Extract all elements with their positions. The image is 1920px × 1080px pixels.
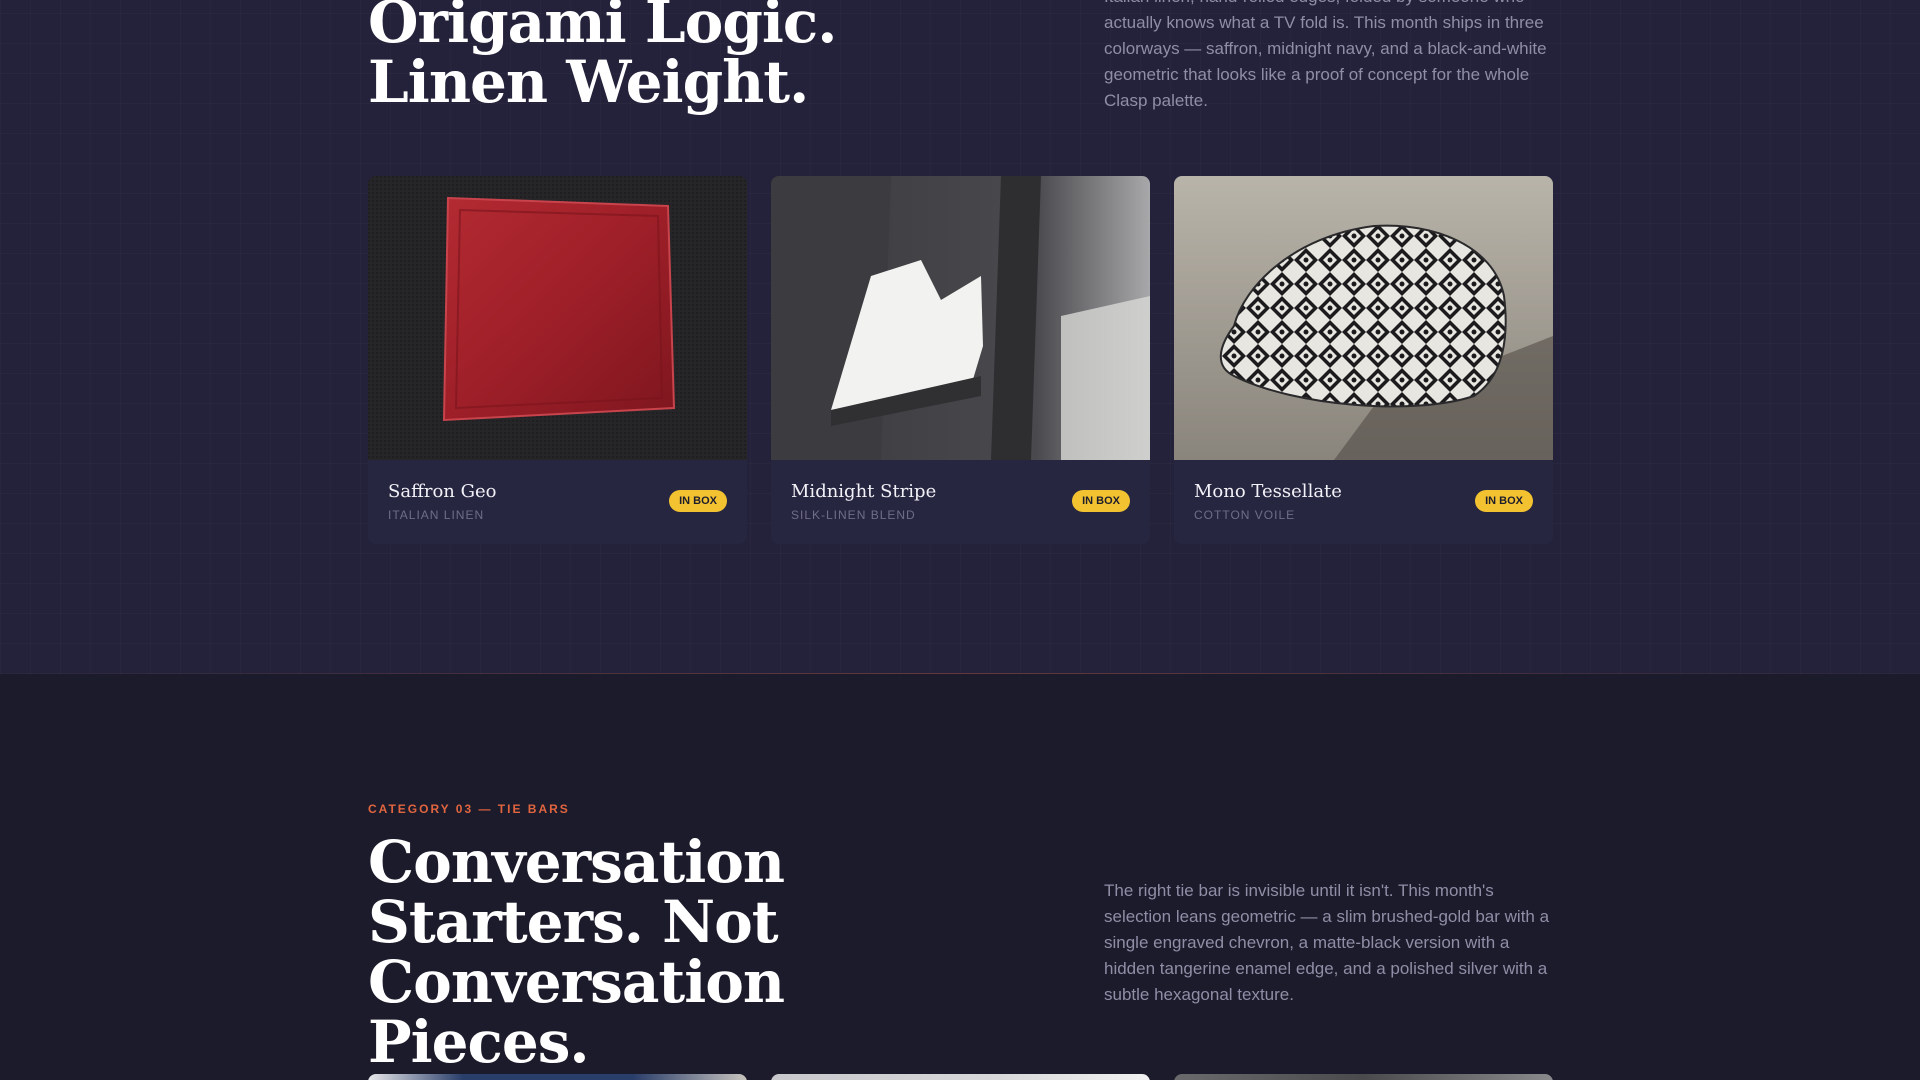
heading-line: Conversation — [368, 828, 785, 896]
category-eyebrow: CATEGORY 03 — TIE BARS — [368, 802, 570, 816]
pocket-square-red-image — [368, 176, 747, 460]
tie-bars-card-grid — [368, 1074, 1553, 1080]
pocket-squares-heading: Origami Logic. Linen Weight. — [368, 0, 968, 112]
product-card-peek[interactable] — [771, 1074, 1150, 1080]
heading-line: Starters. Not — [368, 888, 779, 956]
product-card[interactable]: Saffron Geo ITALIAN LINEN IN BOX — [368, 176, 747, 544]
heading-line: Linen Weight. — [368, 48, 809, 116]
section-divider — [0, 673, 1920, 674]
pocket-squares-description: Italian linen, hand-rolled edges, folded… — [1104, 0, 1547, 110]
pocket-square-white-image — [771, 176, 1150, 460]
product-card-peek[interactable] — [1174, 1074, 1553, 1080]
in-box-badge: IN BOX — [669, 490, 727, 512]
product-card[interactable]: Midnight Stripe SILK-LINEN BLEND IN BOX — [771, 176, 1150, 544]
pocket-square-geometric-image — [1174, 176, 1553, 460]
product-card-body: Mono Tessellate COTTON VOILE IN BOX — [1174, 460, 1553, 544]
in-box-badge: IN BOX — [1475, 490, 1533, 512]
product-card-body: Midnight Stripe SILK-LINEN BLEND IN BOX — [771, 460, 1150, 544]
product-card-body: Saffron Geo ITALIAN LINEN IN BOX — [368, 460, 747, 544]
product-card[interactable]: Mono Tessellate COTTON VOILE IN BOX — [1174, 176, 1553, 544]
in-box-badge: IN BOX — [1072, 490, 1130, 512]
heading-line: Conversation Pieces. — [368, 948, 785, 1076]
product-card-peek[interactable] — [368, 1074, 747, 1080]
tie-bars-heading: Conversation Starters. Not Conversation … — [368, 832, 928, 1072]
pocket-squares-card-grid: Saffron Geo ITALIAN LINEN IN BOX Midnigh… — [368, 176, 1553, 544]
tie-bars-description: The right tie bar is invisible until it … — [1104, 881, 1550, 1004]
